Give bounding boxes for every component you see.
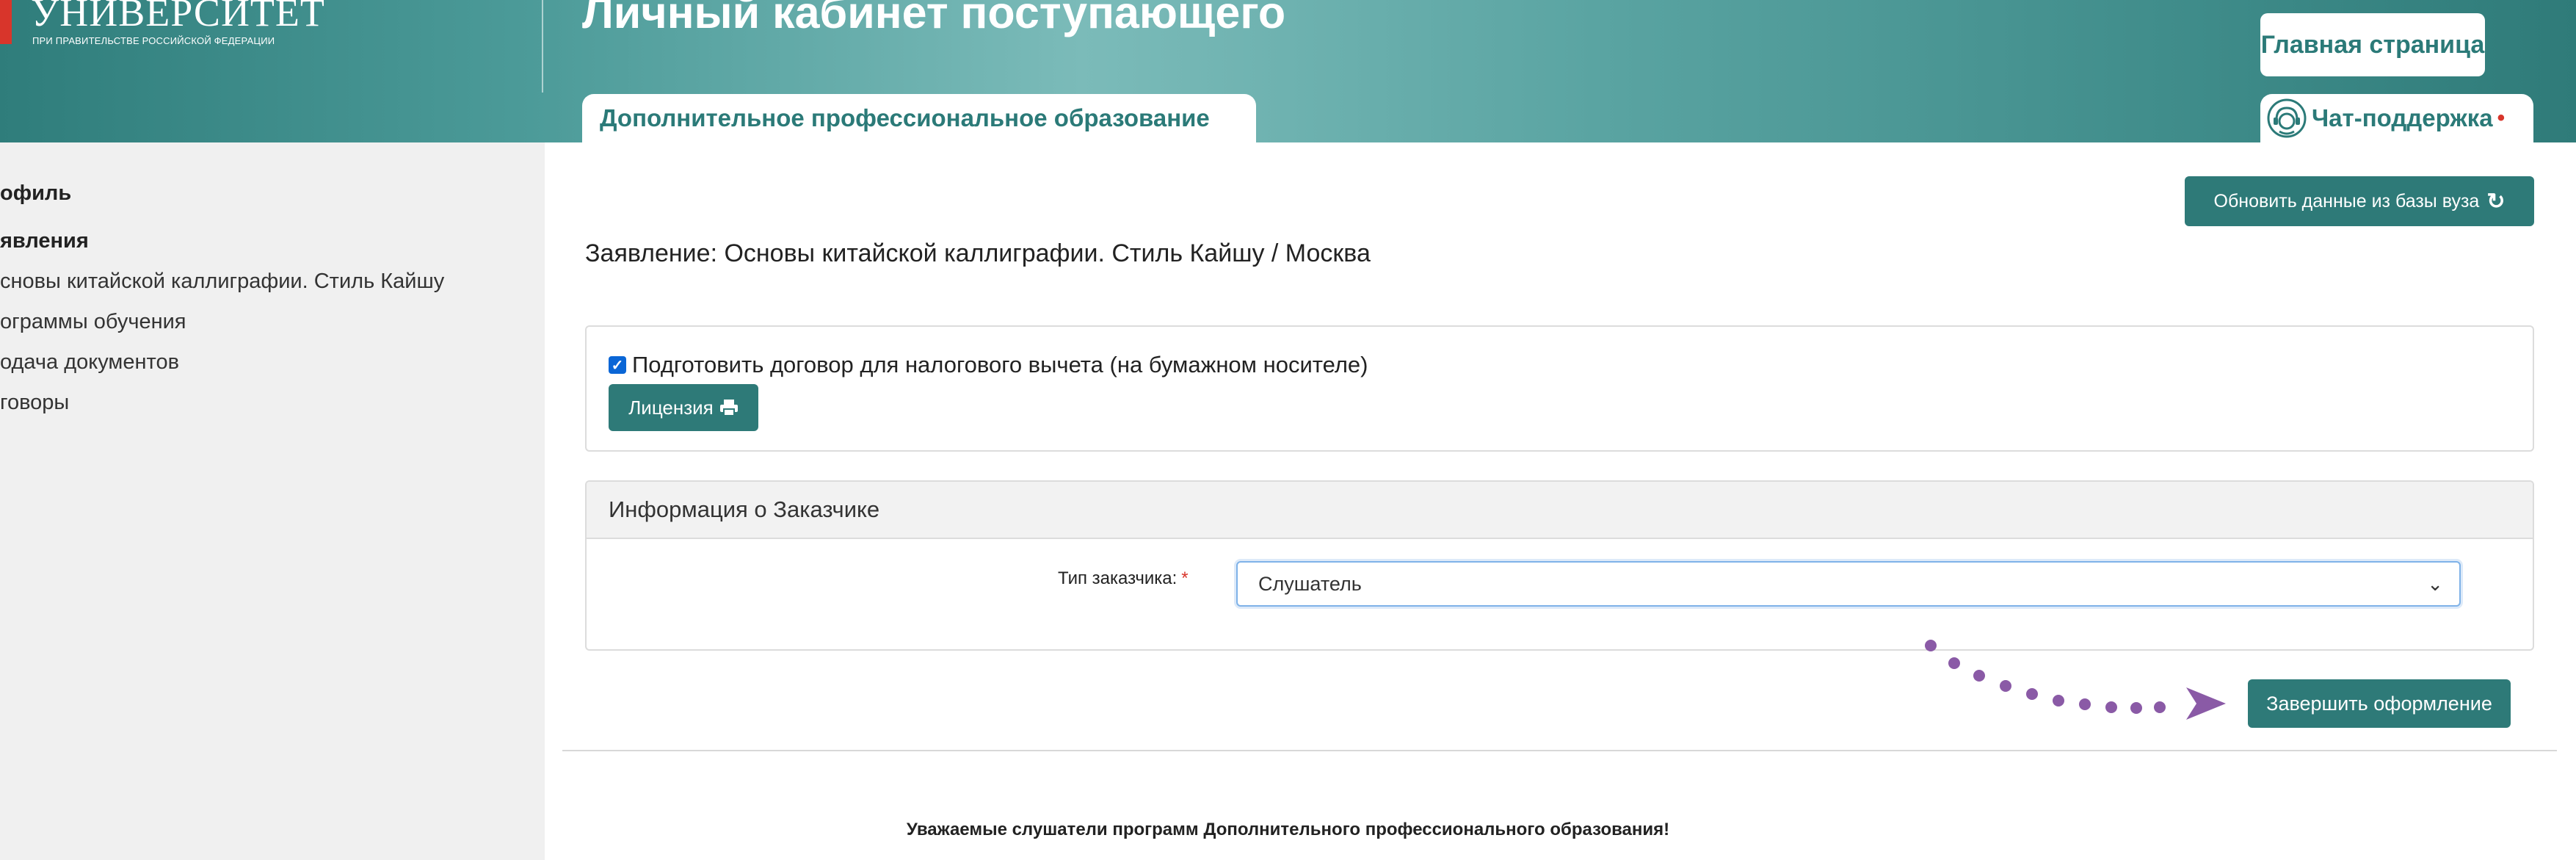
sidebar-item-contracts[interactable]: говоры	[0, 391, 69, 415]
customer-type-value: Слушатель	[1258, 572, 1362, 595]
tab-additional-professional-education[interactable]: Дополнительное профессиональное образова…	[582, 94, 1256, 142]
printer-icon	[719, 400, 738, 416]
customer-type-select[interactable]: Слушатель ⌄	[1236, 561, 2461, 607]
notification-dot: •	[2497, 106, 2506, 130]
page-title: Личный кабинет поступающего	[582, 0, 1286, 37]
license-button[interactable]: Лицензия	[609, 384, 758, 431]
header-divider	[542, 0, 543, 93]
chat-support-tab[interactable]: Чат-поддержка •	[2260, 94, 2533, 142]
notice-heading: Уважаемые слушатели программ Дополнитель…	[906, 820, 1670, 839]
sidebar-item-programs[interactable]: ограммы обучения	[0, 310, 186, 334]
support-agent-icon	[2267, 98, 2307, 138]
tax-deduction-option: ✓ Подготовить договор для налогового выч…	[609, 352, 1368, 378]
content-divider	[562, 750, 2557, 751]
sidebar: офиль явления сновы китайской каллиграфи…	[0, 142, 545, 860]
refresh-icon: ↻	[2486, 189, 2506, 214]
tax-deduction-label: Подготовить договор для налогового вычет…	[632, 352, 1368, 377]
logo-title: УНИВЕРСИТЕТ	[31, 0, 325, 35]
chat-tab-label: Чат-поддержка	[2312, 104, 2493, 131]
required-mark: *	[1181, 568, 1189, 588]
sidebar-item-profile[interactable]: офиль	[0, 181, 71, 206]
sidebar-item-applications[interactable]: явления	[0, 229, 89, 253]
logo-mark	[0, 0, 12, 44]
header: УНИВЕРСИТЕТ ПРИ ПРАВИТЕЛЬСТВЕ РОССИЙСКОЙ…	[0, 0, 2576, 142]
customer-info-title: Информация о Заказчике	[587, 482, 2533, 539]
tax-deduction-checkbox[interactable]: ✓	[609, 356, 626, 374]
logo-subtitle: ПРИ ПРАВИТЕЛЬСТВЕ РОССИЙСКОЙ ФЕДЕРАЦИИ	[32, 35, 275, 46]
finish-registration-button[interactable]: Завершить оформление	[2248, 679, 2511, 728]
tax-deduction-card: ✓ Подготовить договор для налогового выч…	[585, 325, 2534, 452]
customer-type-label: Тип заказчика: *	[1058, 568, 1189, 589]
sidebar-item-calligraphy[interactable]: сновы китайской каллиграфии. Стиль Кайшу	[0, 270, 444, 294]
refresh-data-button[interactable]: Обновить данные из базы вуза ↻	[2185, 176, 2534, 226]
sidebar-item-documents[interactable]: одача документов	[0, 350, 179, 375]
chevron-down-icon: ⌄	[2427, 573, 2443, 595]
refresh-button-label: Обновить данные из базы вуза	[2213, 190, 2480, 212]
application-heading: Заявление: Основы китайской каллиграфии.…	[585, 239, 1371, 267]
dotted-arrow-annotation	[1925, 640, 2226, 720]
license-button-label: Лицензия	[628, 396, 714, 419]
customer-info-card: Информация о Заказчике Тип заказчика: * С…	[585, 480, 2534, 651]
home-page-button[interactable]: Главная страница	[2260, 13, 2485, 76]
customer-type-label-text: Тип заказчика:	[1058, 568, 1178, 588]
